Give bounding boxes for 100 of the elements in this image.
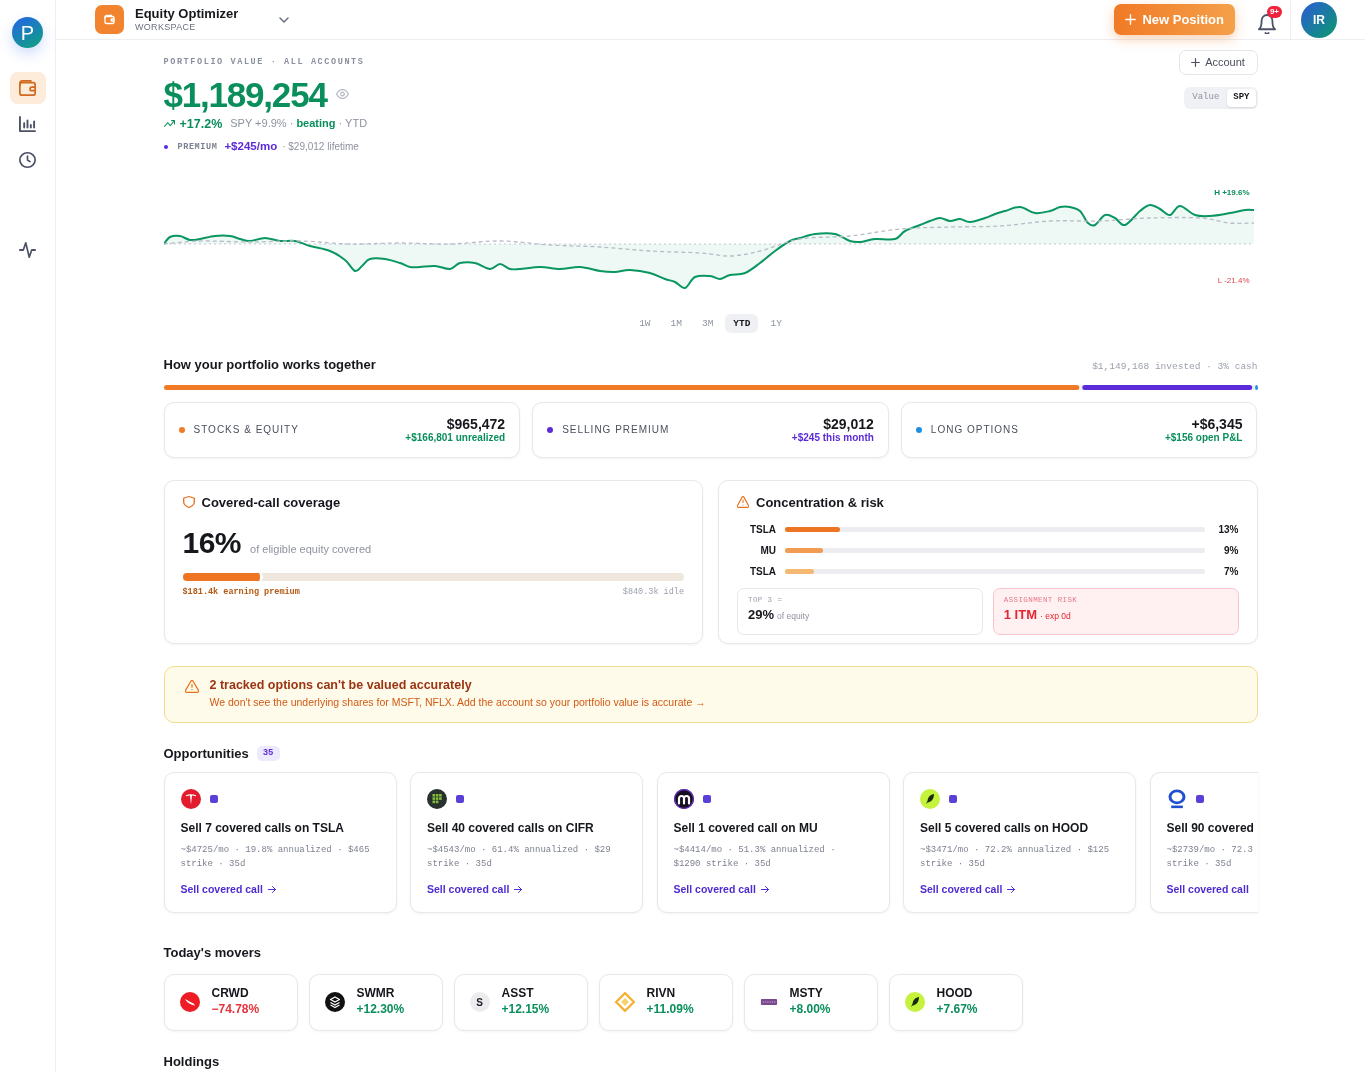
- feather-logo-icon: [920, 789, 940, 809]
- coverage-percent: 16%: [182, 528, 242, 558]
- marker-icon: [456, 795, 464, 803]
- section-title: How your portfolio works together: [163, 356, 376, 374]
- change-percent: +12.15%: [501, 1002, 550, 1018]
- grid-logo-icon: [427, 789, 447, 809]
- warning-icon: [737, 496, 749, 509]
- count-badge: 35: [256, 745, 280, 761]
- box-value: 29%: [748, 608, 775, 623]
- user-avatar[interactable]: IR: [1301, 1, 1337, 38]
- percent-label: 7%: [1223, 564, 1239, 579]
- pulse-icon: [19, 242, 36, 258]
- box-value: 1 ITM: [1003, 608, 1037, 623]
- notifications-button[interactable]: 9+: [1256, 5, 1282, 34]
- high-label: H +19.6%: [1212, 187, 1252, 198]
- ticker-label: TSLA: [748, 522, 776, 537]
- banner-title: 2 tracked options can't be valued accurately: [209, 677, 473, 693]
- shield-icon: [182, 496, 195, 509]
- card-title: Covered-call coverage: [201, 493, 341, 512]
- marker-icon: [1195, 795, 1204, 803]
- coverage-caption: of eligible equity covered: [250, 542, 372, 557]
- category-label: LONG OPTIONS: [930, 423, 1019, 437]
- clock-icon: [19, 152, 36, 168]
- change-percent: +12.30%: [356, 1002, 405, 1018]
- covered-label: $181.4k earning premium: [182, 586, 300, 599]
- bar-logo-icon: [759, 998, 778, 1006]
- t-logo-icon: [180, 789, 201, 809]
- opportunity-details: ~$4414/mo · 51.3% annualized · $1290 strike · 35d: [673, 844, 837, 871]
- sidebar-item[interactable]: [9, 72, 46, 104]
- opportunity-title: Sell 40 covered calls on CIFR: [427, 820, 595, 837]
- box-caption: of equity: [777, 611, 810, 622]
- action-link[interactable]: Sell covered call: [920, 882, 1016, 898]
- idle-label: $840.3k idle: [622, 586, 684, 599]
- category-detail: +$156 open P&L: [1164, 431, 1243, 444]
- change-percent: +17.2%: [179, 117, 223, 130]
- box-caption: · exp 0d: [1040, 611, 1071, 622]
- trend-up-icon: [163, 120, 175, 128]
- category-value: $965,472: [445, 415, 506, 432]
- opportunity-details: ~$4725/mo · 19.8% annualized · $465 strike · 35d: [180, 844, 371, 871]
- section-title: Holdings: [163, 1054, 220, 1069]
- section-title: Today's movers: [163, 944, 262, 962]
- opportunity-details: ~$4543/mo · 61.4% annualized · $29 strike · 35d: [427, 844, 612, 871]
- bar-chart-icon: [19, 116, 36, 132]
- opportunity-title: Sell 7 covered calls on TSLA: [180, 820, 345, 837]
- arrow-right-icon: [267, 886, 276, 894]
- chevron-down-icon: [279, 16, 289, 23]
- wallet-icon: [19, 80, 36, 96]
- diamond-logo-icon: [614, 992, 635, 1012]
- layers-logo-icon: [324, 992, 345, 1012]
- action-link[interactable]: Sell covered call: [180, 882, 276, 898]
- opportunity-title: Sell 1 covered call on MU: [673, 820, 819, 837]
- toggle-option[interactable]: SPY: [1227, 89, 1256, 107]
- change-percent: −74.78%: [211, 1002, 260, 1018]
- low-label: L -21.4%: [1215, 275, 1252, 286]
- notification-badge: 9+: [1266, 5, 1282, 18]
- ticker-label: RIVN: [646, 986, 677, 1002]
- change-percent: +11.09%: [646, 1002, 694, 1018]
- premium-value: +$245/mo: [224, 141, 278, 153]
- category-detail: +$245 this month: [791, 431, 874, 444]
- action-link[interactable]: Sell covered call: [427, 882, 523, 898]
- ticker-label: MSTY: [789, 986, 824, 1002]
- category-detail: +$166,801 unrealized: [405, 431, 506, 444]
- ticker-label: HOOD: [936, 986, 974, 1002]
- portfolio-value: $1,189,254: [163, 76, 327, 112]
- wallet-icon: [95, 5, 124, 34]
- premium-lifetime: · $29,012 lifetime: [282, 141, 359, 152]
- category-value: +$6,345: [1190, 415, 1243, 432]
- action-link[interactable]: Sell covered call: [1166, 882, 1249, 898]
- card-title: Concentration & risk: [756, 493, 884, 512]
- app-logo: P: [12, 17, 43, 48]
- feather-logo-icon: [904, 992, 925, 1012]
- ticker-label: SWMR: [356, 986, 396, 1002]
- ticker-label: MU: [759, 543, 776, 558]
- ticker-label: TSLA: [748, 564, 776, 579]
- bell-icon: [1258, 13, 1276, 34]
- range-tab[interactable]: YTD: [725, 313, 759, 333]
- percent-label: 13%: [1217, 522, 1239, 537]
- swoosh-logo-icon: [179, 992, 200, 1012]
- opportunity-details: ~$3471/mo · 72.2% annualized · $125 strike · 35d: [920, 844, 1111, 871]
- marker-icon: [702, 795, 711, 803]
- marker-icon: [949, 795, 957, 803]
- plus-icon: [1125, 14, 1137, 25]
- opportunity-title: Sell 90 covered: [1166, 820, 1255, 837]
- category-value: $29,012: [822, 415, 874, 432]
- arrow-right-icon: [1007, 886, 1016, 894]
- add-account-button[interactable]: Account: [1178, 50, 1258, 75]
- workspace-switcher[interactable]: Equity Optimizer WORKSPACE: [95, 5, 289, 34]
- allocation-summary: $1,149,168 invested · 3% cash: [1092, 360, 1258, 374]
- opportunity-title: Sell 5 covered calls on HOOD: [920, 820, 1090, 837]
- premium-label: PREMIUM: [177, 142, 218, 151]
- change-percent: +8.00%: [789, 1002, 831, 1018]
- section-title: Opportunities: [163, 744, 249, 763]
- ticker-label: ASST: [501, 986, 535, 1002]
- benchmark-comparison: SPY +9.9% · beating · YTD: [230, 118, 368, 130]
- action-link[interactable]: Sell covered call: [673, 882, 769, 898]
- marker-icon: [209, 795, 218, 803]
- arrow-right-icon: [514, 886, 523, 894]
- banner-link[interactable]: We don't see the underlying shares for MSFT, NFLX. Add the account so your portfolio value is accurate →: [209, 695, 706, 709]
- category-label: STOCKS & EQUITY: [193, 423, 299, 437]
- plus-icon: [1191, 58, 1201, 67]
